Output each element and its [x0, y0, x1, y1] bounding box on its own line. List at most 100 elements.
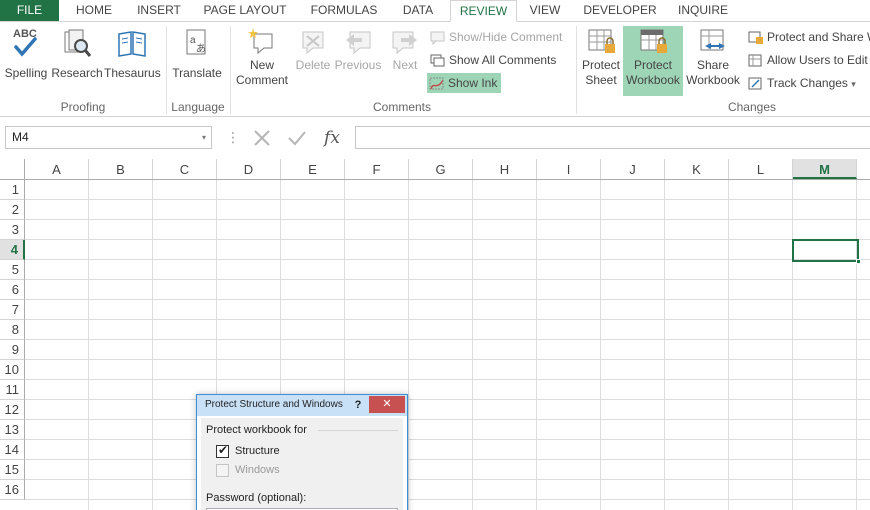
show-hide-comment-label: Show/Hide Comment [449, 30, 563, 44]
new-comment-label-2: Comment [235, 73, 288, 87]
show-hide-comment-icon [430, 31, 445, 45]
tab-review[interactable]: REVIEW [450, 0, 517, 22]
active-cell[interactable] [792, 239, 861, 264]
row-header-4[interactable]: 4 [0, 240, 25, 260]
translate-icon: a あ [186, 29, 206, 55]
previous-comment-button[interactable]: Previous [334, 26, 382, 96]
row-header-7[interactable]: 7 [0, 300, 25, 320]
formula-input[interactable] [355, 126, 870, 149]
row-header-13[interactable]: 13 [0, 420, 25, 440]
column-header-a[interactable]: A [25, 159, 89, 179]
show-ink-label: Show Ink [448, 76, 498, 90]
name-box[interactable]: M4 ▾ [5, 126, 212, 149]
row-header-10[interactable]: 10 [0, 360, 25, 380]
row-header-11[interactable]: 11 [0, 380, 25, 400]
column-header-h[interactable]: H [473, 159, 537, 179]
previous-label: Previous [334, 58, 382, 72]
protect-workbook-for-label: Protect workbook for [206, 424, 307, 436]
track-changes-label: Track Changes [767, 76, 848, 90]
protect-sheet-icon [588, 29, 615, 53]
insert-function-button[interactable]: fx [318, 126, 346, 150]
section-divider [318, 430, 398, 431]
column-header-j[interactable]: J [601, 159, 665, 179]
formula-bar-grip[interactable]: ⋮ [226, 127, 240, 147]
show-hide-comment-button[interactable]: Show/Hide Comment [428, 27, 562, 47]
chevron-down-icon[interactable]: ▾ [202, 127, 206, 148]
formula-bar: M4 ▾ ⋮ fx [0, 117, 870, 159]
column-header-k[interactable]: K [665, 159, 729, 179]
track-changes-button[interactable]: Track Changes ▾ [746, 73, 856, 93]
show-ink-icon [429, 77, 444, 90]
column-header-c[interactable]: C [153, 159, 217, 179]
thesaurus-icon [118, 31, 146, 57]
column-header-d[interactable]: D [217, 159, 281, 179]
row-header-2[interactable]: 2 [0, 200, 25, 220]
cancel-icon[interactable] [248, 126, 276, 150]
column-header-m[interactable]: M [793, 159, 857, 179]
tab-view[interactable]: VIEW [523, 0, 567, 22]
svg-text:ABC: ABC [13, 28, 37, 40]
row-header-3[interactable]: 3 [0, 220, 25, 240]
ribbon-review: ABC Spelling Research Thesaurus Proofing [0, 21, 870, 117]
structure-checkbox[interactable]: ✔ [216, 443, 229, 458]
spelling-button[interactable]: ABC Spelling [3, 26, 49, 96]
row-header-16[interactable]: 16 [0, 480, 25, 500]
tab-home[interactable]: HOME [64, 0, 124, 22]
tab-formulas[interactable]: FORMULAS [302, 0, 386, 22]
protect-sheet-label-2: Sheet [585, 73, 617, 87]
allow-users-to-edit-button[interactable]: Allow Users to Edit R [746, 50, 870, 70]
share-workbook-button[interactable]: Share Workbook [684, 26, 742, 96]
column-header-e[interactable]: E [281, 159, 345, 179]
protect-and-share-button[interactable]: Protect and Share W [746, 27, 870, 47]
column-header-b[interactable]: B [89, 159, 153, 179]
column-header-i[interactable]: I [537, 159, 601, 179]
row-header-12[interactable]: 12 [0, 400, 25, 420]
show-ink-button[interactable]: Show Ink [427, 73, 502, 93]
new-comment-icon [248, 28, 273, 55]
dialog-title-bar[interactable]: Protect Structure and Windows ? ✕ [197, 395, 407, 416]
share-workbook-label-2: Workbook [686, 73, 740, 87]
close-button[interactable]: ✕ [369, 396, 405, 413]
row-header-15[interactable]: 15 [0, 460, 25, 480]
protect-sheet-button[interactable]: Protect Sheet [578, 26, 624, 96]
row-header-8[interactable]: 8 [0, 320, 25, 340]
column-header-f[interactable]: F [345, 159, 409, 179]
translate-button[interactable]: a あ Translate [170, 26, 224, 96]
research-button[interactable]: Research [50, 26, 104, 96]
column-header-g[interactable]: G [409, 159, 473, 179]
tab-inquire[interactable]: INQUIRE [668, 0, 738, 22]
enter-check-icon[interactable] [283, 126, 311, 150]
group-label-changes: Changes [727, 100, 777, 114]
row-header-6[interactable]: 6 [0, 280, 25, 300]
row-header-14[interactable]: 14 [0, 440, 25, 460]
row-header-5[interactable]: 5 [0, 260, 25, 280]
windows-checkbox [216, 464, 229, 477]
protect-workbook-button[interactable]: Protect Workbook [623, 26, 683, 96]
show-all-comments-button[interactable]: Show All Comments [428, 50, 556, 70]
tab-page-layout[interactable]: PAGE LAYOUT [196, 0, 294, 22]
delete-comment-icon [302, 31, 324, 55]
share-workbook-icon [700, 29, 725, 51]
tab-developer[interactable]: DEVELOPER [580, 0, 660, 22]
thesaurus-button[interactable]: Thesaurus [104, 26, 161, 96]
select-all-corner[interactable] [0, 159, 25, 179]
column-header-l[interactable]: L [729, 159, 793, 179]
new-comment-button[interactable]: New Comment [234, 26, 290, 96]
row-header-1[interactable]: 1 [0, 180, 25, 200]
ribbon-separator [166, 26, 167, 114]
research-label: Research [51, 66, 103, 80]
cell-area[interactable] [25, 180, 870, 510]
next-comment-button[interactable]: Next [386, 26, 424, 96]
name-box-value: M4 [12, 130, 29, 144]
delete-comment-button[interactable]: Delete [292, 26, 334, 96]
tab-file[interactable]: FILE [0, 0, 59, 22]
help-button[interactable]: ? [351, 396, 365, 414]
new-comment-label-1: New [249, 58, 274, 72]
row-header-9[interactable]: 9 [0, 340, 25, 360]
svg-text:あ: あ [196, 43, 206, 55]
fill-handle[interactable] [856, 259, 861, 264]
tab-insert[interactable]: INSERT [128, 0, 190, 22]
thesaurus-label: Thesaurus [104, 66, 161, 80]
tab-data[interactable]: DATA [392, 0, 444, 22]
structure-label: Structure [235, 445, 280, 457]
